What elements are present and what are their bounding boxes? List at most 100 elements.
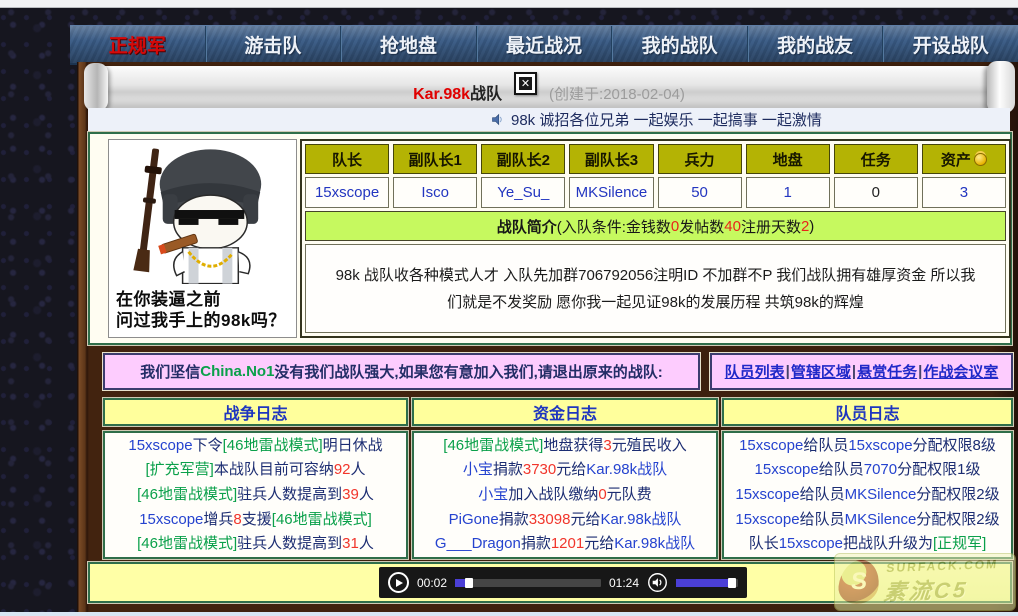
log-text: 分配权限2级 [916, 486, 999, 503]
war-log-column: 战争日志 15xscope下令[46地雷战模式]明日休战 [扩充军营]本战队目前… [103, 398, 408, 560]
link-war-room[interactable]: 作战会议室 [923, 361, 998, 382]
recruit-text-pre: 我们坚信 [140, 361, 200, 382]
link-separator: | [852, 363, 856, 380]
log-link[interactable]: Kar.98k战队 [586, 461, 667, 478]
log-link[interactable]: 小宝 [463, 461, 493, 478]
intro-days: 2 [801, 218, 809, 235]
log-text: 地盘获得 [543, 437, 603, 454]
nav-tab-recent-battles[interactable]: 最近战况 [476, 26, 612, 63]
log-text: 33098 [529, 511, 571, 528]
link-member-list[interactable]: 队员列表 [725, 361, 785, 382]
member-log-body: 15xscope给队员15xscope分配权限8级 15xscope给队员707… [722, 431, 1013, 559]
volume-handle[interactable] [728, 578, 736, 588]
log-entry: 小宝捐款3730元给Kar.98k战队 [414, 458, 716, 482]
log-link[interactable]: 15xscope [128, 437, 192, 454]
team-description: 98k 战队收各种模式人才 入队先加群706792056注明ID 不加群不P 我… [305, 244, 1006, 333]
current-time: 00:02 [417, 576, 447, 590]
created-date: (创建于:2018-02-04) [549, 86, 685, 104]
log-text: 捐款 [499, 511, 529, 528]
log-link[interactable]: MKSilence [845, 486, 917, 503]
log-link[interactable]: 15xscope [735, 486, 799, 503]
value-tasks: 0 [834, 177, 918, 208]
recruit-rival-name: China.No1 [200, 363, 274, 380]
member-log-column: 队员日志 15xscope给队员15xscope分配权限8级 15xscope给… [722, 398, 1013, 560]
meme-figure [109, 140, 296, 284]
log-link[interactable]: Kar.98k战队 [600, 511, 681, 528]
link-bounty-tasks[interactable]: 悬赏任务 [857, 361, 917, 382]
coin-icon [974, 153, 987, 166]
log-link[interactable]: PiGone [449, 511, 499, 528]
log-link[interactable]: 7070 [864, 461, 897, 478]
log-link[interactable]: G___Dragon [435, 535, 521, 552]
value-vice3[interactable]: MKSilence [569, 177, 653, 208]
header-assets: 资产 [922, 144, 1006, 174]
audio-band: 00:02 01:24 [88, 562, 1012, 603]
log-link[interactable]: Kar.98k战队 [614, 535, 695, 552]
log-link[interactable]: 小宝 [478, 486, 508, 503]
mute-button[interactable] [647, 572, 668, 593]
log-text: 加入战队缴纳 [508, 486, 598, 503]
log-text: [正规军] [933, 535, 986, 552]
log-entry: 15xscope给队员7070分配权限1级 [724, 458, 1011, 482]
table-header-row: 队长 副队长1 副队长2 副队长3 兵力 地盘 任务 资产 [305, 144, 1006, 174]
log-entry: 15xscope下令[46地雷战模式]明日休战 [105, 434, 406, 458]
nav-tab-my-team[interactable]: 我的战队 [611, 26, 747, 63]
progress-handle[interactable] [465, 578, 473, 588]
log-text: [扩充军营] [145, 461, 213, 478]
log-link[interactable]: 15xscope [848, 437, 912, 454]
log-text: [46地雷战模式] [443, 437, 543, 454]
nav-tab-grab-territory[interactable]: 抢地盘 [340, 26, 476, 63]
log-link[interactable]: 15xscope [735, 511, 799, 528]
nav-tab-guerrilla[interactable]: 游击队 [205, 26, 341, 63]
log-link[interactable]: 15xscope [139, 511, 203, 528]
link-separator: | [786, 363, 790, 380]
nav-tab-label: 我的战友 [777, 31, 853, 58]
nav-tab-label: 游击队 [244, 31, 301, 58]
log-entry: 队长15xscope把战队升级为[正规军] [724, 532, 1011, 556]
team-name-highlight: Kar.98k [413, 86, 470, 103]
meme-caption-line1: 在你装逼之前 [109, 289, 296, 310]
log-link[interactable]: 15xscope [779, 535, 843, 552]
log-link[interactable]: MKSilence [845, 511, 917, 528]
title-banner: Kar.98k战队 ✕ (创建于:2018-02-04) [88, 66, 1010, 108]
broken-image-x: ✕ [519, 77, 532, 90]
log-text: 增兵 [203, 511, 233, 528]
nav-tab-regular-army[interactable]: 正规军 [70, 26, 205, 63]
play-button[interactable] [388, 572, 409, 593]
header-vice3: 副队长3 [569, 144, 653, 174]
log-entry: [46地雷战模式]驻兵人数提高到39人 [105, 483, 406, 507]
nav-tab-create-team[interactable]: 开设战队 [882, 26, 1018, 63]
log-entry: [扩充军营]本战队目前可容纳92人 [105, 458, 406, 482]
log-link[interactable]: 15xscope [739, 437, 803, 454]
link-territory[interactable]: 管辖区域 [791, 361, 851, 382]
progress-fill [455, 579, 465, 587]
log-text: 1201 [551, 535, 584, 552]
war-log-body: 15xscope下令[46地雷战模式]明日休战 [扩充军营]本战队目前可容纳92… [103, 431, 408, 559]
log-text: 元给 [584, 535, 614, 552]
recruit-text-post: 没有我们战队强大,如果您有意加入我们,请退出原来的战队: [274, 361, 662, 382]
log-entry: 15xscope增兵8支援[46地雷战模式] [105, 508, 406, 532]
log-text: 本战队目前可容纳 [214, 461, 334, 478]
broken-image-icon: ✕ [514, 72, 537, 95]
war-log-title: 战争日志 [103, 398, 408, 426]
header-territory: 地盘 [746, 144, 830, 174]
volume-slider[interactable] [676, 579, 738, 587]
progress-slider[interactable] [455, 579, 601, 587]
intro-cond-pre: (入队条件:金钱数 [557, 216, 671, 237]
nav-tab-my-comrades[interactable]: 我的战友 [747, 26, 883, 63]
fund-log-body: [46地雷战模式]地盘获得3元殖民收入 小宝捐款3730元给Kar.98k战队 … [412, 431, 718, 559]
value-vice2[interactable]: Ye_Su_ [481, 177, 565, 208]
speaker-icon [490, 112, 505, 127]
log-link[interactable]: 15xscope [755, 461, 819, 478]
value-vice1[interactable]: Isco [393, 177, 477, 208]
log-entry: 15xscope给队员MKSilence分配权限2级 [724, 508, 1011, 532]
team-stats-table: 队长 副队长1 副队长2 副队长3 兵力 地盘 任务 资产 15xscope I… [300, 139, 1011, 338]
log-entry: [46地雷战模式]地盘获得3元殖民收入 [414, 434, 716, 458]
recruit-banner: 我们坚信China.No1没有我们战队强大,如果您有意加入我们,请退出原来的战队… [103, 353, 700, 390]
value-captain[interactable]: 15xscope [305, 177, 389, 208]
log-text: 分配权限2级 [916, 511, 999, 528]
log-text: [46地雷战模式] [137, 486, 237, 503]
log-text: [46地雷战模式] [223, 437, 323, 454]
log-text: 元给 [556, 461, 586, 478]
team-name-suffix: 战队 [470, 86, 502, 103]
